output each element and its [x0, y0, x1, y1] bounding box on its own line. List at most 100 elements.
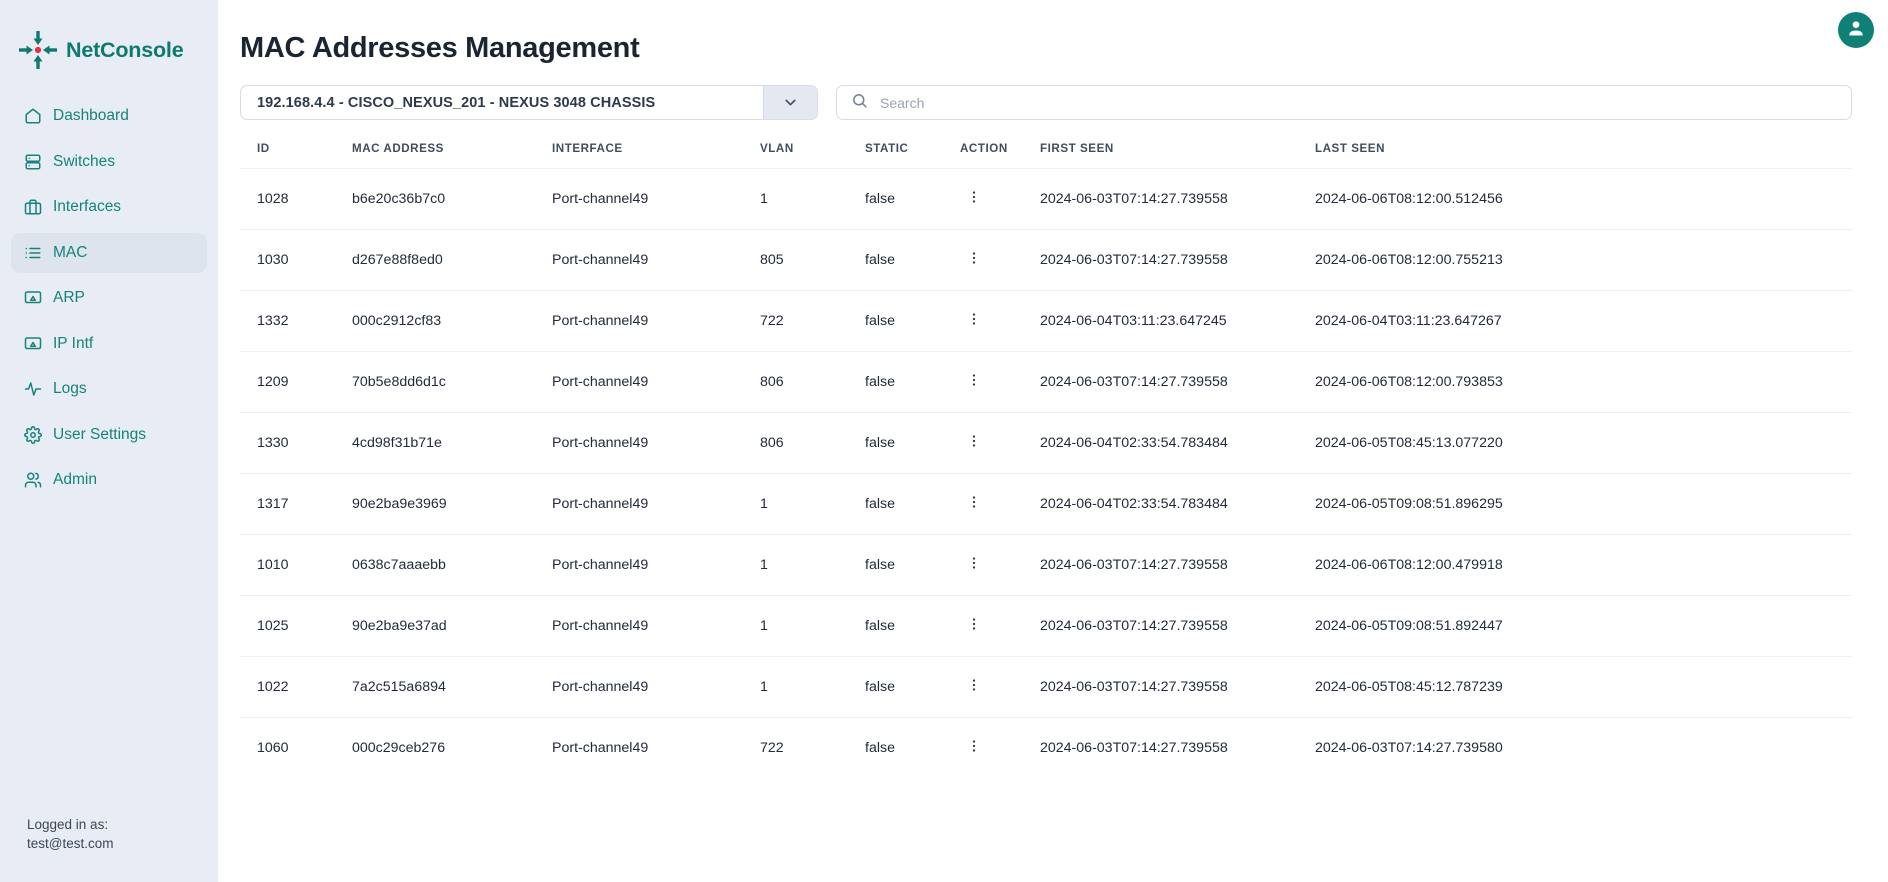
cell-static: false [865, 290, 960, 352]
server-icon [24, 153, 42, 171]
cell-last-seen: 2024-06-06T08:12:00.512456 [1315, 168, 1852, 230]
sidebar-item-label: MAC [53, 243, 88, 261]
search-box[interactable] [836, 85, 1852, 120]
cell-last-seen: 2024-06-03T07:14:27.739580 [1315, 717, 1852, 778]
cell-vlan: 805 [760, 229, 865, 291]
table-row[interactable]: 1025 90e2ba9e37ad Port-channel49 1 false 2024… [240, 595, 1852, 657]
briefcase-icon [24, 198, 42, 216]
cell-vlan: 1 [760, 473, 865, 535]
sidebar-item-user-settings[interactable]: User Settings [11, 415, 207, 455]
more-vertical-icon[interactable] [960, 189, 988, 205]
more-vertical-icon[interactable] [960, 738, 988, 754]
column-header-static[interactable]: STATIC [865, 142, 960, 169]
table-row[interactable]: 1332 000c2912cf83 Port-channel49 722 false 20… [240, 290, 1852, 352]
list-icon [24, 244, 42, 262]
cell-first-seen: 2024-06-03T07:14:27.739558 [1040, 595, 1315, 657]
mac-table: ID MAC ADDRESS INTERFACE VLAN STATIC ACT… [240, 142, 1852, 778]
column-header-last-seen[interactable]: LAST SEEN [1315, 142, 1852, 169]
cell-static: false [865, 656, 960, 718]
sidebar-item-switches[interactable]: Switches [11, 142, 207, 182]
table-row[interactable]: 1028 b6e20c36b7c0 Port-channel49 1 false 2024… [240, 168, 1852, 230]
cell-mac: b6e20c36b7c0 [352, 168, 552, 230]
more-vertical-icon[interactable] [960, 372, 988, 388]
column-header-action: ACTION [960, 142, 1008, 155]
search-input[interactable] [880, 94, 1837, 111]
cell-action [960, 351, 1040, 413]
cell-first-seen: 2024-06-04T02:33:54.783484 [1040, 412, 1315, 474]
cell-mac: 90e2ba9e37ad [352, 595, 552, 657]
cell-id: 1028 [240, 168, 352, 230]
brand[interactable]: NetConsole [0, 14, 218, 86]
more-vertical-icon[interactable] [960, 433, 988, 449]
cell-vlan: 806 [760, 412, 865, 474]
column-header-interface[interactable]: INTERFACE [552, 142, 760, 169]
table-row[interactable]: 1330 4cd98f31b71e Port-channel49 806 false 20… [240, 412, 1852, 474]
cell-action [960, 717, 1040, 778]
more-vertical-icon[interactable] [960, 250, 988, 266]
chevron-down-icon[interactable] [763, 86, 817, 119]
users-icon [24, 471, 42, 489]
cell-last-seen: 2024-06-05T08:45:12.787239 [1315, 656, 1852, 718]
cell-id: 1332 [240, 290, 352, 352]
table-row[interactable]: 1060 000c29ceb276 Port-channel49 722 false 20… [240, 717, 1852, 778]
user-avatar-button[interactable] [1838, 12, 1874, 48]
column-header-vlan[interactable]: VLAN [760, 142, 865, 169]
cell-interface: Port-channel49 [552, 595, 760, 657]
more-vertical-icon[interactable] [960, 311, 988, 327]
converging-arrows-logo [16, 28, 60, 72]
cell-id: 1209 [240, 351, 352, 413]
sidebar-item-interfaces[interactable]: Interfaces [11, 187, 207, 227]
cell-static: false [865, 168, 960, 230]
table-row[interactable]: 1317 90e2ba9e3969 Port-channel49 1 false 2024… [240, 473, 1852, 535]
table-row[interactable]: 1022 7a2c515a6894 Port-channel49 1 false 2024… [240, 656, 1852, 718]
cell-first-seen: 2024-06-04T02:33:54.783484 [1040, 473, 1315, 535]
column-header-mac[interactable]: MAC ADDRESS [352, 142, 552, 169]
home-icon [24, 107, 42, 125]
cell-action [960, 229, 1040, 291]
sidebar-item-admin[interactable]: Admin [11, 460, 207, 500]
sidebar-item-dashboard[interactable]: Dashboard [11, 96, 207, 136]
cell-action [960, 534, 1040, 596]
cell-action [960, 473, 1040, 535]
cell-vlan: 722 [760, 290, 865, 352]
more-vertical-icon[interactable] [960, 555, 988, 571]
cell-mac: 90e2ba9e3969 [352, 473, 552, 535]
sidebar-item-mac[interactable]: MAC [11, 232, 207, 273]
monitor-icon [24, 335, 42, 353]
column-header-first-seen[interactable]: FIRST SEEN [1040, 142, 1315, 169]
sidebar-item-label: Interfaces [53, 198, 122, 215]
table-body: 1028 b6e20c36b7c0 Port-channel49 1 false 2024… [240, 168, 1852, 778]
cell-last-seen: 2024-06-05T08:45:13.077220 [1315, 412, 1852, 474]
cell-static: false [865, 473, 960, 535]
table-row[interactable]: 1209 70b5e8dd6d1c Port-channel49 806 false 20… [240, 351, 1852, 413]
table-row[interactable]: 1010 0638c7aaaebb Port-channel49 1 false 2024… [240, 534, 1852, 596]
cell-mac: 000c2912cf83 [352, 290, 552, 352]
gear-icon [24, 425, 42, 444]
device-select[interactable]: 192.168.4.4 - CISCO_NEXUS_201 - NEXUS 30… [240, 85, 818, 120]
more-vertical-icon[interactable] [960, 677, 988, 693]
cell-interface: Port-channel49 [552, 290, 760, 352]
cell-first-seen: 2024-06-03T07:14:27.739558 [1040, 717, 1315, 778]
mac-table-container: ID MAC ADDRESS INTERFACE VLAN STATIC ACT… [218, 120, 1888, 778]
cell-mac: 70b5e8dd6d1c [352, 351, 552, 413]
cell-vlan: 1 [760, 168, 865, 230]
cell-mac: 000c29ceb276 [352, 717, 552, 778]
cell-mac: 0638c7aaaebb [352, 534, 552, 596]
cell-interface: Port-channel49 [552, 473, 760, 535]
column-header-id[interactable]: ID [240, 142, 352, 169]
cell-vlan: 722 [760, 717, 865, 778]
device-select-value: 192.168.4.4 - CISCO_NEXUS_201 - NEXUS 30… [257, 94, 656, 111]
sidebar-item-ip-intf[interactable]: IP Intf [11, 324, 207, 364]
sidebar-item-arp[interactable]: ARP [11, 278, 207, 318]
sidebar-item-label: IP Intf [53, 334, 94, 352]
sidebar-item-logs[interactable]: Logs [11, 369, 207, 409]
more-vertical-icon[interactable] [960, 616, 988, 632]
cell-action [960, 412, 1040, 474]
cell-static: false [865, 351, 960, 413]
cell-vlan: 806 [760, 351, 865, 413]
table-header-row: ID MAC ADDRESS INTERFACE VLAN STATIC ACT… [240, 142, 1852, 169]
cell-vlan: 1 [760, 656, 865, 718]
cell-first-seen: 2024-06-03T07:14:27.739558 [1040, 229, 1315, 291]
more-vertical-icon[interactable] [960, 494, 988, 510]
table-row[interactable]: 1030 d267e88f8ed0 Port-channel49 805 false 20… [240, 229, 1852, 291]
